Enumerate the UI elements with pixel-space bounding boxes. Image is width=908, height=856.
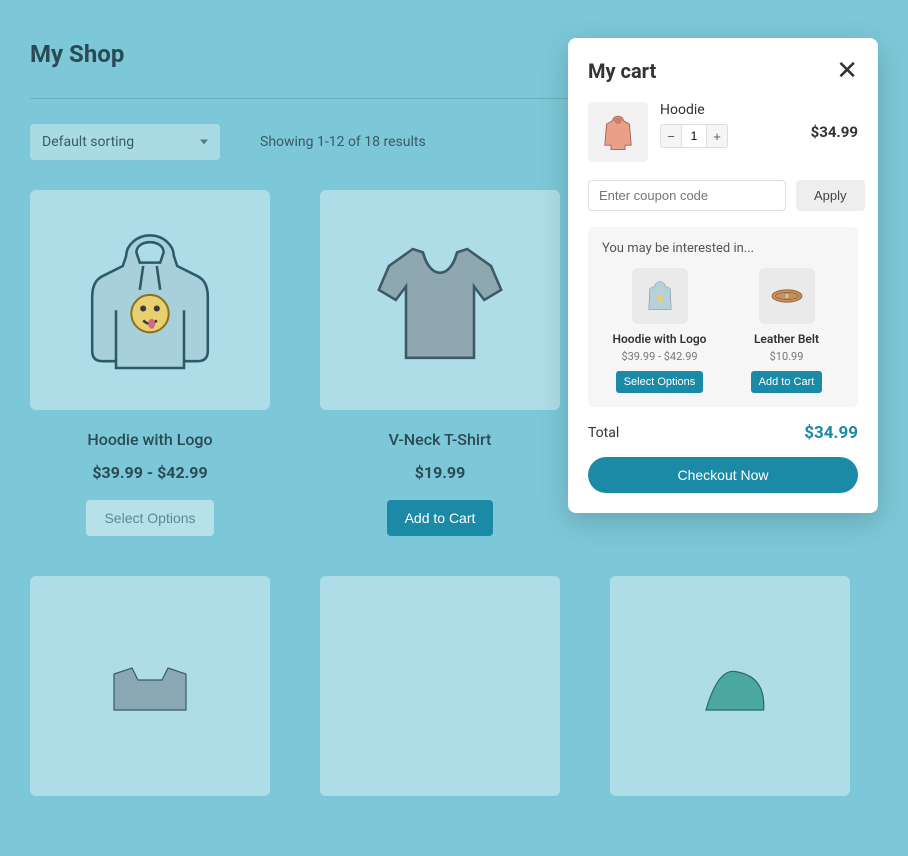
product-card (30, 576, 270, 816)
belt-icon (765, 274, 809, 318)
qty-input[interactable] (681, 125, 707, 147)
product-card: V-Neck T-Shirt $19.99 Add to Cart (320, 190, 560, 536)
product-thumbnail[interactable] (30, 190, 270, 410)
product-price: $19.99 (415, 463, 466, 482)
product-thumbnail[interactable] (610, 576, 850, 796)
apparel-icon (90, 661, 210, 711)
cart-item-thumbnail (588, 102, 648, 162)
product-name: Hoodie with Logo (87, 430, 212, 449)
product-thumbnail[interactable] (30, 576, 270, 796)
upsell-panel: You may be interested in... Hoodie with … (588, 227, 858, 407)
product-price: $39.99 - $42.99 (92, 463, 207, 482)
quantity-stepper: − + (660, 124, 728, 148)
cart-item-name: Hoodie (660, 102, 799, 118)
upsell-title: You may be interested in... (602, 241, 844, 256)
coupon-input[interactable] (588, 180, 786, 211)
product-card (610, 576, 850, 816)
qty-decrease-button[interactable]: − (661, 125, 681, 147)
upsell-thumbnail[interactable] (632, 268, 688, 324)
upsell-name: Hoodie with Logo (613, 332, 707, 346)
total-value: $34.99 (804, 423, 858, 443)
sort-select-label: Default sorting (42, 134, 134, 150)
cart-title: My cart (588, 59, 656, 83)
apply-coupon-button[interactable]: Apply (796, 180, 865, 211)
cart-item-price: $34.99 (811, 123, 858, 141)
product-name: V-Neck T-Shirt (389, 430, 492, 449)
tshirt-icon (355, 215, 525, 385)
product-card: Hoodie with Logo $39.99 - $42.99 Select … (30, 190, 270, 536)
upsell-price: $10.99 (770, 350, 804, 363)
qty-increase-button[interactable]: + (707, 125, 727, 147)
close-icon[interactable]: ✕ (836, 58, 858, 84)
product-thumbnail[interactable] (320, 190, 560, 410)
upsell-card: Hoodie with Logo $39.99 - $42.99 Select … (602, 268, 717, 393)
upsell-card: Leather Belt $10.99 Add to Cart (729, 268, 844, 393)
cart-item: Hoodie − + $34.99 (588, 102, 858, 162)
hoodie-icon (65, 215, 235, 385)
upsell-thumbnail[interactable] (759, 268, 815, 324)
results-count-text: Showing 1-12 of 18 results (260, 134, 426, 150)
hoodie-icon (640, 276, 680, 316)
select-options-button[interactable]: Select Options (86, 500, 213, 536)
upsell-price: $39.99 - $42.99 (621, 350, 697, 363)
apparel-icon (670, 661, 790, 711)
product-card (320, 576, 560, 816)
sort-select[interactable]: Default sorting (30, 124, 220, 160)
product-thumbnail[interactable] (320, 576, 560, 796)
total-label: Total (588, 425, 619, 441)
add-to-cart-button[interactable]: Add to Cart (751, 371, 823, 393)
hoodie-icon (596, 110, 640, 154)
upsell-name: Leather Belt (754, 332, 819, 346)
cart-drawer: My cart ✕ Hoodie − + $34.99 Apply You ma… (568, 38, 878, 513)
select-options-button[interactable]: Select Options (616, 371, 704, 393)
checkout-button[interactable]: Checkout Now (588, 457, 858, 493)
add-to-cart-button[interactable]: Add to Cart (387, 500, 494, 536)
